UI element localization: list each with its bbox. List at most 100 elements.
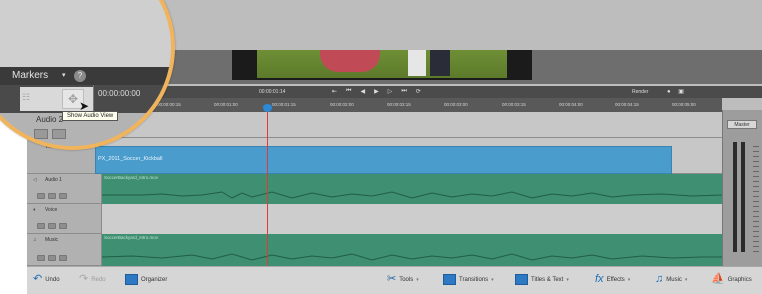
ruler-tick: 00:00:03:00 <box>444 102 468 107</box>
chevron-down-icon: ▾ <box>491 276 494 283</box>
track-controls <box>37 223 67 229</box>
music-note-icon: ♫ <box>33 237 37 243</box>
time-ruler[interactable]: 00:00:00:15 00:00:01:00 00:00:01:15 00:0… <box>102 98 722 112</box>
ruler-tick: 00:00:01:15 <box>272 102 296 107</box>
audio-clip[interactable]: SoccerBackyard_Intro.mov <box>102 234 722 266</box>
track-controls <box>34 129 66 139</box>
music-label: Music <box>666 276 682 283</box>
previous-edit-button[interactable]: ⏮ <box>346 88 351 95</box>
step-forward-button[interactable]: ▷ <box>388 88 393 95</box>
help-icon[interactable]: ? <box>74 70 86 82</box>
meter-scale <box>753 142 759 252</box>
markers-title: Markers <box>12 70 49 81</box>
ruler-tick: 00:00:02:15 <box>387 102 411 107</box>
solo-toggle[interactable] <box>48 223 56 229</box>
titles-icon <box>515 274 528 285</box>
preview-figure <box>430 50 450 76</box>
music-note-icon: ♫ <box>655 273 664 285</box>
video-preview <box>232 50 532 80</box>
track-name: Audio 2 <box>36 115 64 124</box>
titles-text-button[interactable]: Titles & Text ▾ <box>515 274 569 285</box>
headphones-toggle[interactable] <box>59 193 67 199</box>
effects-label: Effects <box>606 276 625 283</box>
effects-button[interactable]: fx Effects ▾ <box>595 274 630 285</box>
mute-toggle[interactable] <box>37 255 45 261</box>
loop-button[interactable]: ⟳ <box>416 88 421 95</box>
chevron-down-icon: ▾ <box>627 276 631 283</box>
clip-label: SoccerBackyard_Intro.mov <box>104 235 159 240</box>
graphics-button[interactable]: ⛵ Graphics <box>711 274 752 285</box>
transitions-button[interactable]: Transitions ▾ <box>443 274 494 285</box>
clip-label: SoccerBackyard_Intro.mov <box>104 175 159 180</box>
level-meter-right <box>741 142 745 252</box>
chevron-down-icon: ▾ <box>416 276 419 283</box>
preview-figure <box>320 50 380 72</box>
mute-toggle[interactable] <box>37 193 45 199</box>
undo-label: Undo <box>45 276 60 283</box>
clip-label: PX_2011_Soccer_Kickball <box>98 156 163 162</box>
current-timecode: 00:00:01:14 <box>259 89 286 95</box>
organizer-button[interactable]: Organizer <box>125 274 167 285</box>
tools-button[interactable]: ✂ Tools ▾ <box>387 274 419 285</box>
track-name: Voice <box>45 207 58 213</box>
action-bar: ↶ Undo ↷ Redo Organizer ✂ Tools ▾ Transi… <box>27 266 762 294</box>
track-name: Audio 1 <box>45 177 62 183</box>
solo-toggle[interactable] <box>48 193 56 199</box>
undo-button[interactable]: ↶ Undo <box>33 274 60 285</box>
chevron-down-icon: ▾ <box>566 276 569 283</box>
magnifier-callout: Markers ▾ ? ☷ ✥ ➤ 00:00:00:00 Audio 2 Vi… <box>0 0 175 150</box>
audio-clip[interactable]: SoccerBackyard_Intro.mov <box>102 174 722 204</box>
ruler-tick: 00:00:02:00 <box>330 102 354 107</box>
headphones-toggle[interactable] <box>59 255 67 261</box>
ruler-tick: 00:00:04:00 <box>559 102 583 107</box>
redo-button[interactable]: ↷ Redo <box>79 274 106 285</box>
video-clip[interactable]: PX_2011_Soccer_Kickball <box>95 146 672 174</box>
tooltip: Show Audio View <box>62 111 119 121</box>
track-audio-1: ◁ Audio 1 SoccerBackyard_Intro.mov <box>27 174 722 204</box>
redo-label: Redo <box>91 276 106 283</box>
undo-icon: ↶ <box>33 273 43 285</box>
track-lane[interactable] <box>102 204 722 234</box>
track-voice: ♦ Voice <box>27 204 722 234</box>
transport-controls: ⇤ ⏮ ◀ ▶ ▷ ⏭ ⟳ <box>332 88 421 95</box>
microphone-icon: ♦ <box>33 207 36 213</box>
mute-toggle[interactable] <box>37 223 45 229</box>
solo-toggle[interactable] <box>48 255 56 261</box>
mixer-master-label[interactable]: Master <box>727 120 757 129</box>
fx-icon: fx <box>595 273 604 285</box>
lock-toggle[interactable] <box>52 129 66 139</box>
render-button[interactable]: Render <box>632 89 648 95</box>
track-lane[interactable] <box>102 112 722 137</box>
redo-icon: ↷ <box>79 273 89 285</box>
next-edit-button[interactable]: ⏭ <box>401 88 406 95</box>
organizer-icon <box>125 274 138 285</box>
track-header[interactable]: ♦ Voice <box>27 204 102 233</box>
track-controls <box>37 255 67 261</box>
ruler-tick: 00:00:05:00 <box>672 102 696 107</box>
headphones-toggle[interactable] <box>59 223 67 229</box>
graphics-label: Graphics <box>727 276 752 283</box>
mute-toggle[interactable] <box>34 129 48 139</box>
graphics-icon: ⛵ <box>711 273 725 285</box>
audio-waveform <box>102 253 722 261</box>
track-header[interactable]: ◁ Audio 1 <box>27 174 102 203</box>
render-options-icon[interactable]: ● ▣ <box>667 88 687 95</box>
ruler-tick: 00:00:04:15 <box>615 102 639 107</box>
music-button[interactable]: ♫ Music ▾ <box>655 274 687 285</box>
track-music: ♫ Music SoccerBackyard_Intro.mov <box>27 234 722 266</box>
transitions-label: Transitions <box>459 276 489 283</box>
goto-start-button[interactable]: ⇤ <box>332 88 337 95</box>
chevron-down-icon: ▾ <box>684 276 688 283</box>
audio-meter-panel: Master <box>722 110 762 266</box>
markers-panel-header: Markers ▾ ? <box>0 67 171 85</box>
track-controls <box>37 193 67 199</box>
video-view-icon[interactable]: ☷ <box>22 92 30 103</box>
step-back-button[interactable]: ◀ <box>360 88 365 95</box>
playhead-line <box>267 104 268 266</box>
level-meter-left <box>733 142 737 252</box>
play-button[interactable]: ▶ <box>374 88 379 95</box>
track-header[interactable]: ♫ Music <box>27 234 102 265</box>
chevron-down-icon[interactable]: ▾ <box>62 71 66 79</box>
speaker-icon: ◁ <box>33 177 37 183</box>
organizer-label: Organizer <box>141 276 168 283</box>
